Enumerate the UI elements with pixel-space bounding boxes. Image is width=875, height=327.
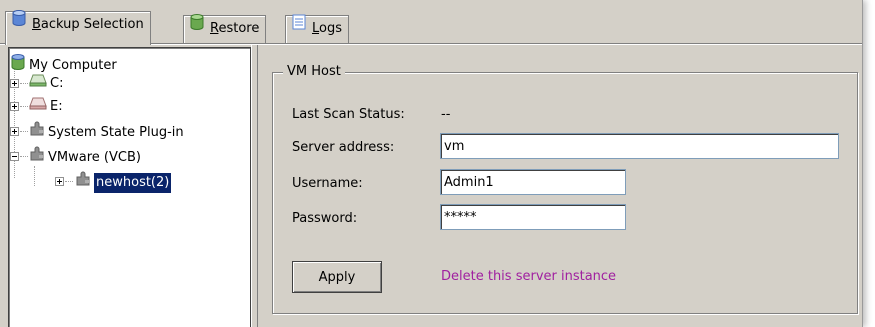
tab-strip: Backup Selection Restore Logs <box>0 0 862 45</box>
plugin-icon <box>75 171 91 194</box>
server-address-input[interactable] <box>440 133 839 159</box>
database-icon <box>12 10 26 36</box>
drive-icon <box>29 73 47 94</box>
tree-connector <box>20 83 28 85</box>
username-input[interactable] <box>440 169 626 195</box>
tree-item-label: VMware (VCB) <box>48 149 141 165</box>
tree-connector <box>20 106 28 108</box>
expand-toggle[interactable] <box>10 127 19 136</box>
plugin-icon <box>29 121 45 144</box>
drive-icon <box>29 96 47 117</box>
tree-item-system-state[interactable]: System State Plug-in <box>29 121 184 141</box>
backup-window: Backup Selection Restore Logs My Compute… <box>0 0 863 327</box>
delete-server-link[interactable]: Delete this server instance <box>441 269 616 284</box>
username-label: Username: <box>292 176 363 191</box>
tree-item-label: System State Plug-in <box>48 124 184 140</box>
tree-connector <box>65 181 73 183</box>
panel-splitter[interactable] <box>251 45 258 327</box>
tree-item-drive-c[interactable]: C: <box>29 73 63 93</box>
expand-toggle[interactable] <box>10 102 19 111</box>
expand-toggle[interactable] <box>55 177 64 186</box>
tab-logs-label: Logs <box>312 21 342 36</box>
last-scan-value: -- <box>441 107 451 122</box>
tree-connector <box>20 156 28 158</box>
tree-item-newhost[interactable]: newhost(2) <box>75 171 172 194</box>
tab-backup-selection-label: Backup Selection <box>32 17 144 32</box>
plugin-icon <box>29 146 45 169</box>
log-file-icon <box>292 14 306 40</box>
tab-restore-label: Restore <box>210 21 260 36</box>
tree-item-label: E: <box>50 98 63 114</box>
tab-restore[interactable]: Restore <box>183 14 267 44</box>
password-label: Password: <box>292 211 358 226</box>
tree-item-drive-e[interactable]: E: <box>29 96 63 116</box>
expand-toggle[interactable] <box>10 79 19 88</box>
tree-item-my-computer[interactable]: My Computer <box>11 54 117 74</box>
tree-item-vmware[interactable]: VMware (VCB) <box>29 146 141 166</box>
computer-icon <box>11 54 25 77</box>
tab-backup-selection[interactable]: Backup Selection <box>5 10 151 45</box>
tree-connector <box>34 166 36 186</box>
tree-connector <box>20 131 28 133</box>
tree-item-label: C: <box>50 75 64 91</box>
vm-host-title: VM Host <box>283 64 345 79</box>
collapse-toggle[interactable] <box>10 152 19 161</box>
apply-button[interactable]: Apply <box>292 261 382 293</box>
tree-item-label-selected: newhost(2) <box>94 172 172 193</box>
database-icon <box>190 14 204 40</box>
password-input[interactable] <box>440 204 626 230</box>
selection-tree[interactable]: My Computer C: E: System State Plug-in V… <box>8 47 251 327</box>
server-address-label: Server address: <box>292 140 395 155</box>
tab-logs[interactable]: Logs <box>285 14 349 44</box>
last-scan-label: Last Scan Status: <box>292 107 405 122</box>
